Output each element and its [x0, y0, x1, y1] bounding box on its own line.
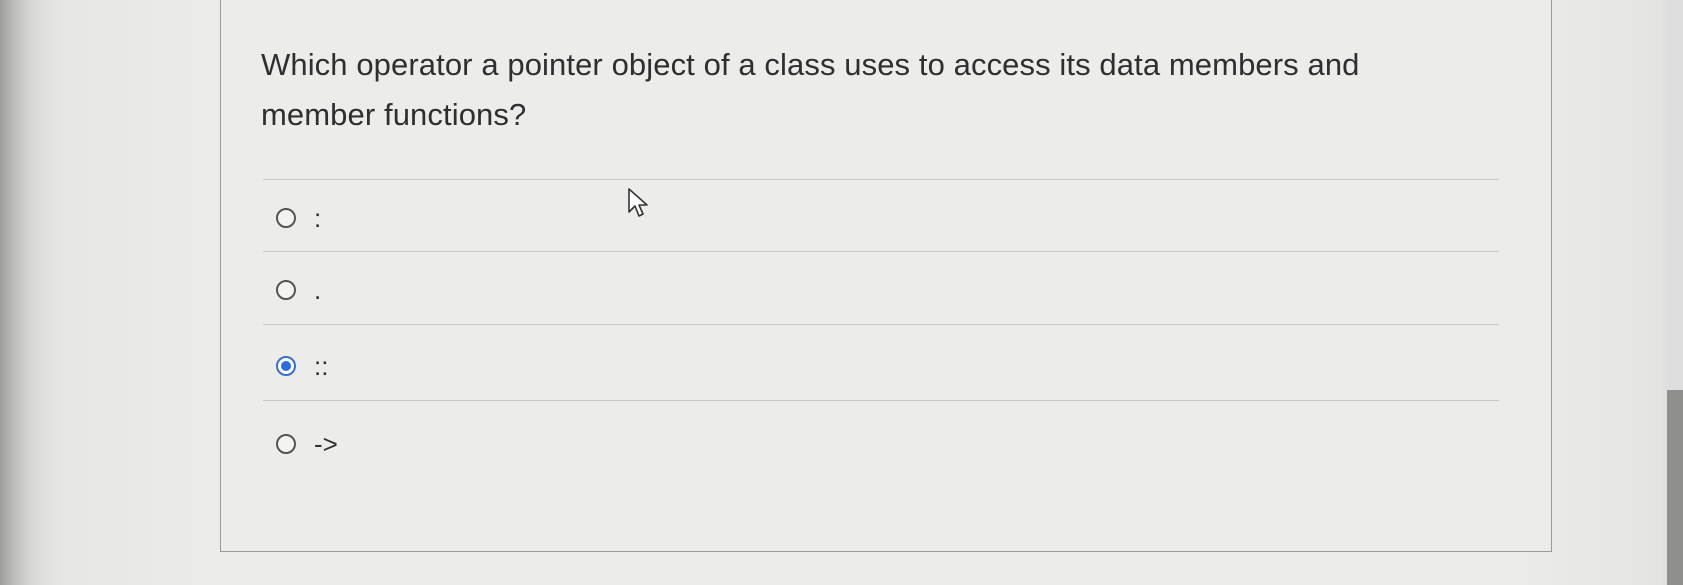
option-arrow[interactable]: ->: [276, 424, 338, 464]
radio-button[interactable]: [276, 208, 296, 228]
radio-button[interactable]: [276, 280, 296, 300]
divider: [263, 179, 1499, 180]
option-scope-resolution[interactable]: ::: [276, 346, 328, 386]
option-label: ::: [314, 350, 329, 381]
screen: Which operator a pointer object of a cla…: [0, 0, 1683, 585]
divider: [263, 324, 1499, 325]
option-label: :: [314, 202, 322, 233]
option-label: ->: [314, 428, 338, 459]
divider: [263, 400, 1499, 401]
option-label: .: [314, 274, 322, 305]
left-edge: [0, 0, 50, 585]
radio-button-selected[interactable]: [276, 356, 296, 376]
divider: [263, 251, 1499, 252]
radio-button[interactable]: [276, 434, 296, 454]
option-dot[interactable]: .: [276, 270, 321, 310]
question-text: Which operator a pointer object of a cla…: [261, 47, 1360, 132]
right-edge-top: [1667, 0, 1683, 390]
question-card: Which operator a pointer object of a cla…: [220, 0, 1552, 552]
option-colon[interactable]: :: [276, 198, 321, 238]
pointer-cursor-icon: [628, 188, 648, 217]
right-edge: [1667, 390, 1683, 585]
